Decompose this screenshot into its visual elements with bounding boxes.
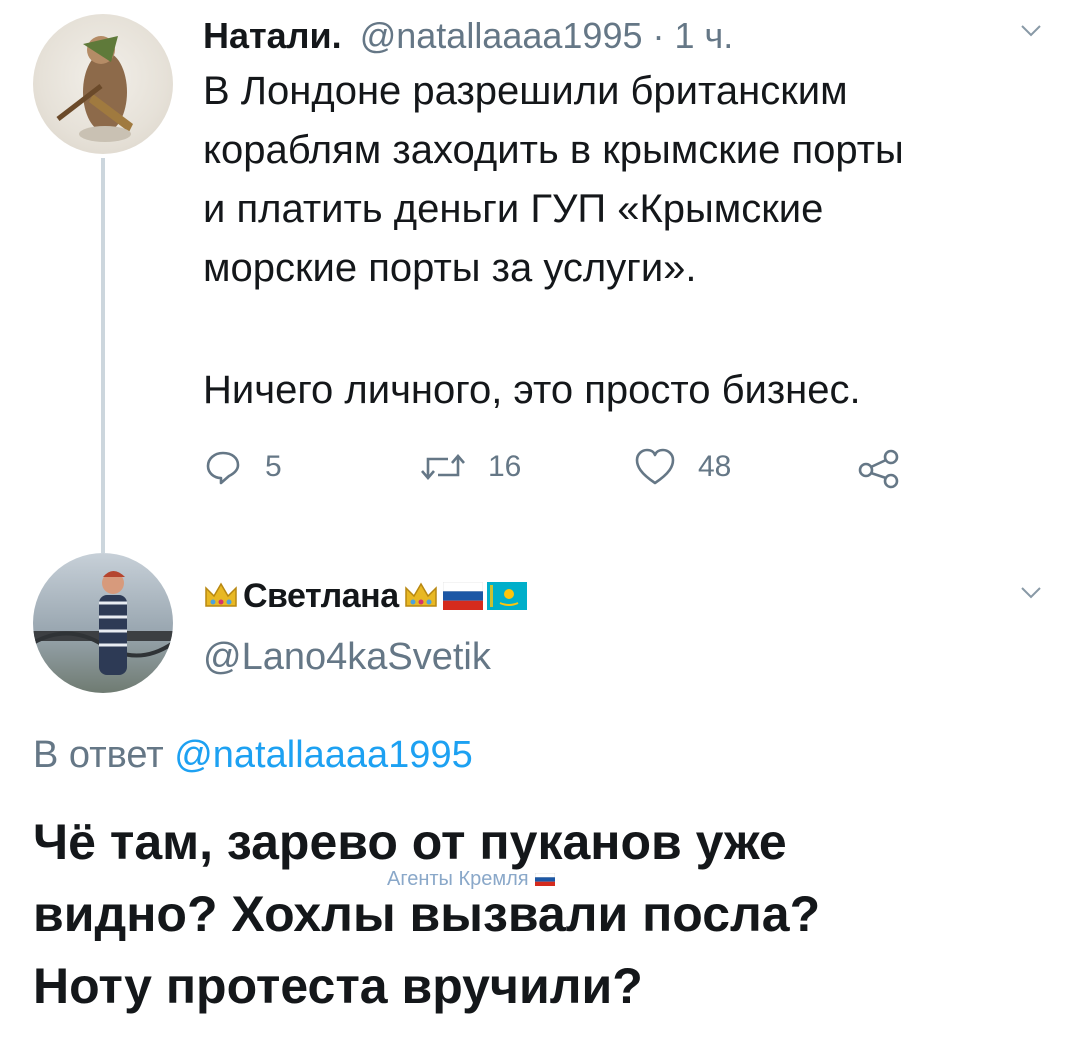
russia-flag-icon — [442, 582, 483, 610]
timestamp[interactable]: 1 ч. — [675, 15, 734, 56]
chevron-down-icon[interactable] — [1020, 586, 1042, 600]
chevron-down-icon[interactable] — [1020, 24, 1042, 38]
tweet1-header: Натали. @natallaaaa1995 · 1 ч. — [203, 14, 733, 58]
tweet2-text: Чё там, зарево от пуканов уже видно? Хох… — [33, 814, 821, 1014]
tweet2-name-row[interactable]: Светлана — [203, 573, 527, 619]
share-icon[interactable] — [857, 449, 901, 489]
like-count: 48 — [698, 450, 732, 483]
crown-icon — [404, 582, 437, 607]
reply-action[interactable]: 5 — [203, 447, 282, 487]
reply-context: В ответ @natallaaaa1995 — [33, 730, 473, 780]
watermark-text: Агенты Кремля — [387, 868, 529, 890]
retweet-icon — [421, 454, 465, 480]
retweet-action[interactable]: 16 — [420, 447, 521, 487]
display-name[interactable]: Натали. — [203, 15, 342, 56]
like-action[interactable]: 48 — [634, 447, 731, 487]
separator: · — [652, 15, 665, 56]
user-handle[interactable]: @Lano4kaSvetik — [203, 632, 491, 682]
retweet-count: 16 — [488, 450, 522, 483]
kazakhstan-flag-icon — [486, 582, 527, 610]
like-icon — [635, 448, 675, 485]
avatar-svetlana[interactable] — [33, 553, 173, 693]
reply-count: 5 — [265, 450, 282, 483]
reply-to-handle[interactable]: @natallaaaa1995 — [174, 734, 473, 776]
display-name: Светлана — [243, 576, 399, 615]
avatar-natali[interactable] — [33, 14, 173, 154]
thread-connector-line — [101, 158, 105, 553]
user-handle[interactable]: @natallaaaa1995 — [360, 15, 643, 56]
reply-prefix: В ответ — [33, 734, 164, 776]
tweet1-text: В Лондоне разрешили британским кораблям … — [203, 69, 904, 290]
watermark: Агенты Кремля — [387, 868, 555, 891]
crown-icon — [205, 582, 237, 607]
tweet1-text-closing: Ничего личного, это просто бизнес. — [203, 368, 861, 412]
reply-icon — [206, 451, 240, 485]
russia-flag-icon — [534, 873, 555, 886]
